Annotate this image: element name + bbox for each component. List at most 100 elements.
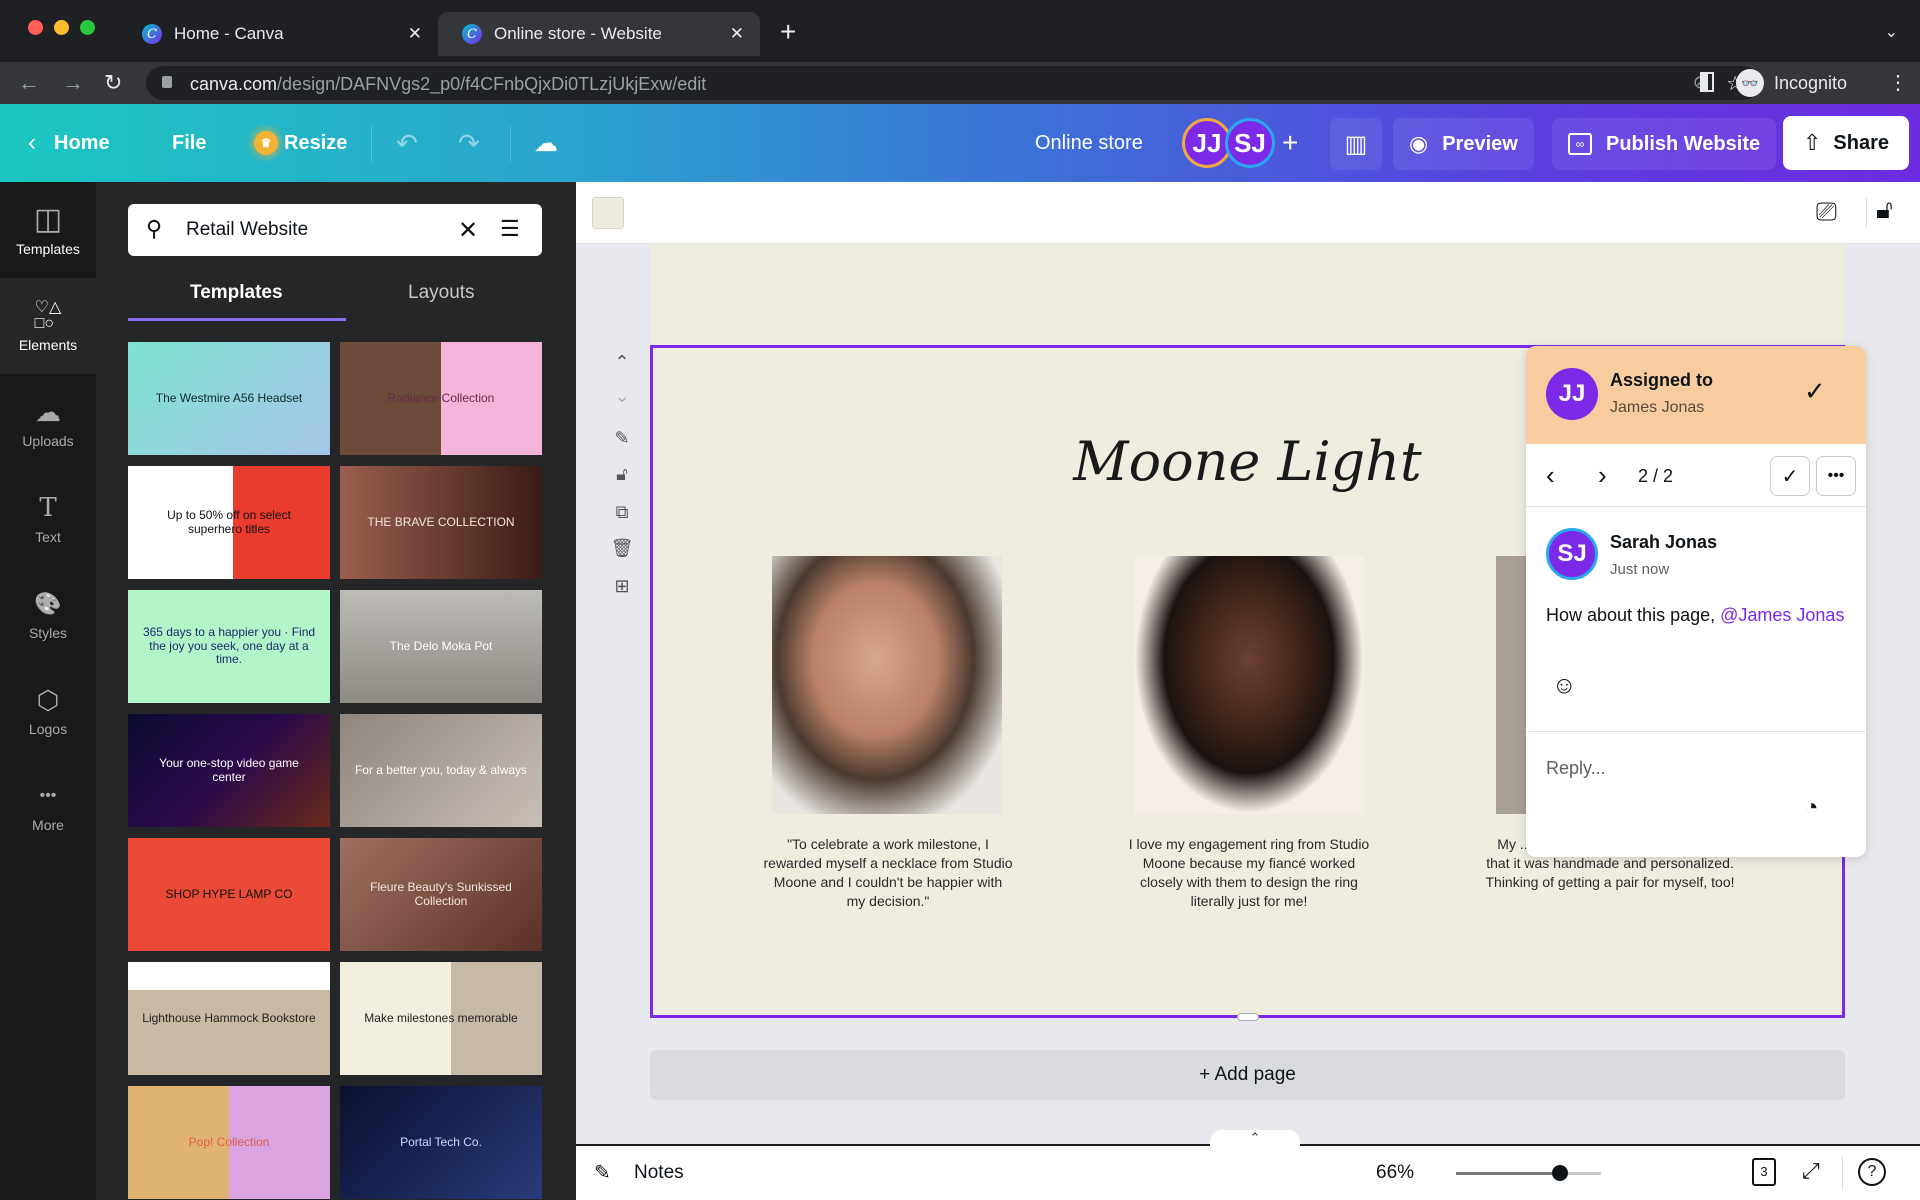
mark-resolved-button[interactable]: ✓ [1770,456,1810,496]
testimonial-quote-2[interactable]: I love my engagement ring from Studio Mo… [1124,835,1374,911]
background-color-swatch[interactable] [592,197,624,229]
notes-button[interactable]: Notes [634,1162,684,1184]
add-reaction-icon[interactable]: ☺ [1552,672,1577,700]
testimonial-photo-2[interactable] [1134,556,1364,814]
preview-button[interactable]: ◉ Preview [1393,118,1534,170]
tab-templates[interactable]: Templates [190,282,283,304]
search-value[interactable]: Retail Website [186,219,308,241]
template-title: Fleure Beauty's Sunkissed Collection [370,879,512,908]
elements-icon: ♡△ □○ [34,299,62,332]
previous-comment-icon[interactable]: ‹ [1546,460,1555,491]
rail-item-more[interactable]: ••• More [0,758,96,854]
testimonial-photo-3[interactable] [1496,556,1526,814]
add-page-icon[interactable]: ⊞ [610,576,634,597]
browser-tab-bar: C Home - Canva ✕ C Online store - Websit… [0,0,1920,62]
rail-item-styles[interactable]: 🎨 Styles [0,566,96,662]
page-notes-icon[interactable]: ✎ [610,428,634,449]
move-page-up-icon[interactable]: ⌃ [610,352,634,373]
template-thumbnail[interactable]: Your one-stop video game center [128,714,330,827]
file-label: File [172,131,207,154]
page-count-button[interactable]: 3 [1752,1158,1776,1186]
browser-menu-icon[interactable]: ⋮ [1888,70,1908,95]
add-collaborator-button[interactable]: + [1282,104,1298,182]
move-page-down-icon[interactable]: ⌄ [610,386,634,407]
notes-icon[interactable]: ✎ [594,1160,611,1185]
divider [1526,506,1866,507]
template-thumbnail[interactable]: Lighthouse Hammock Bookstore [128,962,330,1075]
close-tab-icon[interactable]: ✕ [408,24,422,44]
close-window-button[interactable] [28,20,43,35]
more-options-button[interactable]: ••• [1816,456,1856,496]
paint-roller-icon[interactable]: ⎚ [1816,196,1837,228]
template-thumbnail[interactable]: 365 days to a happier you · Find the joy… [128,590,330,703]
zoom-percentage[interactable]: 66% [1376,1162,1414,1184]
address-bar[interactable]: canva.com/design/DAFNVgs2_p0/f4CFnbQjxDi… [146,66,1760,100]
design-title[interactable]: Online store [1035,104,1143,182]
minimize-window-button[interactable] [54,20,69,35]
template-thumbnail[interactable]: Make milestones memorable [340,962,542,1075]
mention-link[interactable]: @James Jonas [1720,605,1844,625]
sticker-icon[interactable]: ◔ [1804,794,1819,822]
template-thumbnail[interactable]: For a better you, today & always [340,714,542,827]
rail-item-text[interactable]: T Text [0,470,96,566]
share-button[interactable]: ⇧ Share [1783,116,1909,170]
file-menu-button[interactable]: File [172,104,206,182]
filter-sliders-icon[interactable]: ☰ [500,216,520,242]
template-search-input[interactable]: ⚲ Retail Website ✕ ☰ [128,204,542,256]
home-button[interactable]: ‹ Home [28,104,110,182]
new-tab-button[interactable]: + [780,16,796,48]
rail-item-uploads[interactable]: ☁ Uploads [0,374,96,470]
side-panel-icon[interactable] [1700,72,1714,92]
reload-icon[interactable]: ↻ [104,70,122,96]
rail-item-templates[interactable]: ◫ Templates [0,182,96,278]
testimonial-quote-1[interactable]: "To celebrate a work milestone, I reward… [763,835,1013,911]
delete-page-icon[interactable]: 🗑︎ [610,538,634,559]
rail-label: Logos [28,721,68,737]
lock-page-icon[interactable]: 🔓︎ [610,464,634,485]
template-thumbnail[interactable]: Pop! Collection [128,1086,330,1199]
reply-input[interactable]: Reply... [1546,758,1606,779]
template-thumbnail[interactable]: Up to 50% off on select superhero titles [128,466,330,579]
help-icon[interactable]: ? [1858,1158,1886,1186]
rail-item-elements[interactable]: ♡△ □○ Elements [0,278,96,374]
collaborator-avatar-sj[interactable]: SJ [1225,118,1275,168]
clear-search-icon[interactable]: ✕ [458,216,478,245]
zoom-slider[interactable] [1456,1165,1601,1181]
testimonial-photo-1[interactable] [772,556,1002,814]
next-comment-icon[interactable]: › [1598,460,1607,491]
template-thumbnail[interactable]: Fleure Beauty's Sunkissed Collection [340,838,542,951]
comment-author: Sarah Jonas [1610,532,1718,552]
duplicate-page-icon[interactable]: ⧉ [610,502,634,523]
fullscreen-icon[interactable]: ⤢ [1802,1158,1820,1184]
template-thumbnail[interactable]: SHOP HYPE LAMP CO [128,838,330,951]
browser-tab-home[interactable]: C Home - Canva ✕ [118,12,438,56]
forward-arrow-icon[interactable]: → [62,70,84,96]
template-thumbnail[interactable]: THE BRAVE COLLECTION [340,466,542,579]
resize-page-handle[interactable] [1237,1013,1259,1021]
maximize-window-button[interactable] [80,20,95,35]
incognito-badge[interactable]: 👓 Incognito [1736,66,1847,100]
publish-website-button[interactable]: ∞ Publish Website [1552,118,1777,170]
tab-layouts[interactable]: Layouts [408,282,475,304]
resize-button[interactable]: ♛ Resize [254,104,347,182]
undo-button[interactable]: ↶ [396,104,418,182]
unlock-icon[interactable]: 🔓︎ [1876,194,1893,226]
tab-search-chevron-icon[interactable]: ⌄ [1885,22,1898,42]
close-tab-icon[interactable]: ✕ [730,24,744,44]
template-thumbnail[interactable]: Portal Tech Co. [340,1086,542,1199]
assignee-name: James Jonas [1610,399,1705,416]
crown-icon: ♛ [254,131,278,155]
browser-tab-online-store[interactable]: C Online store - Website ✕ [438,12,760,56]
template-title: The Westmire A56 Headset [155,390,303,405]
cloud-save-icon[interactable]: ☁ [534,104,558,182]
text-icon: T [39,493,57,523]
resolve-check-icon[interactable]: ✓ [1804,376,1826,407]
back-arrow-icon[interactable]: ← [18,70,40,96]
template-thumbnail[interactable]: The Westmire A56 Headset [128,342,330,455]
template-thumbnail[interactable]: Radiance Collection [340,342,542,455]
rail-item-logos[interactable]: ⬡ Logos [0,662,96,758]
add-page-button[interactable]: + Add page [650,1050,1845,1100]
redo-button[interactable]: ↷ [458,104,480,182]
insights-chart-icon[interactable]: ▥ [1330,118,1382,170]
template-thumbnail[interactable]: The Delo Moka Pot [340,590,542,703]
